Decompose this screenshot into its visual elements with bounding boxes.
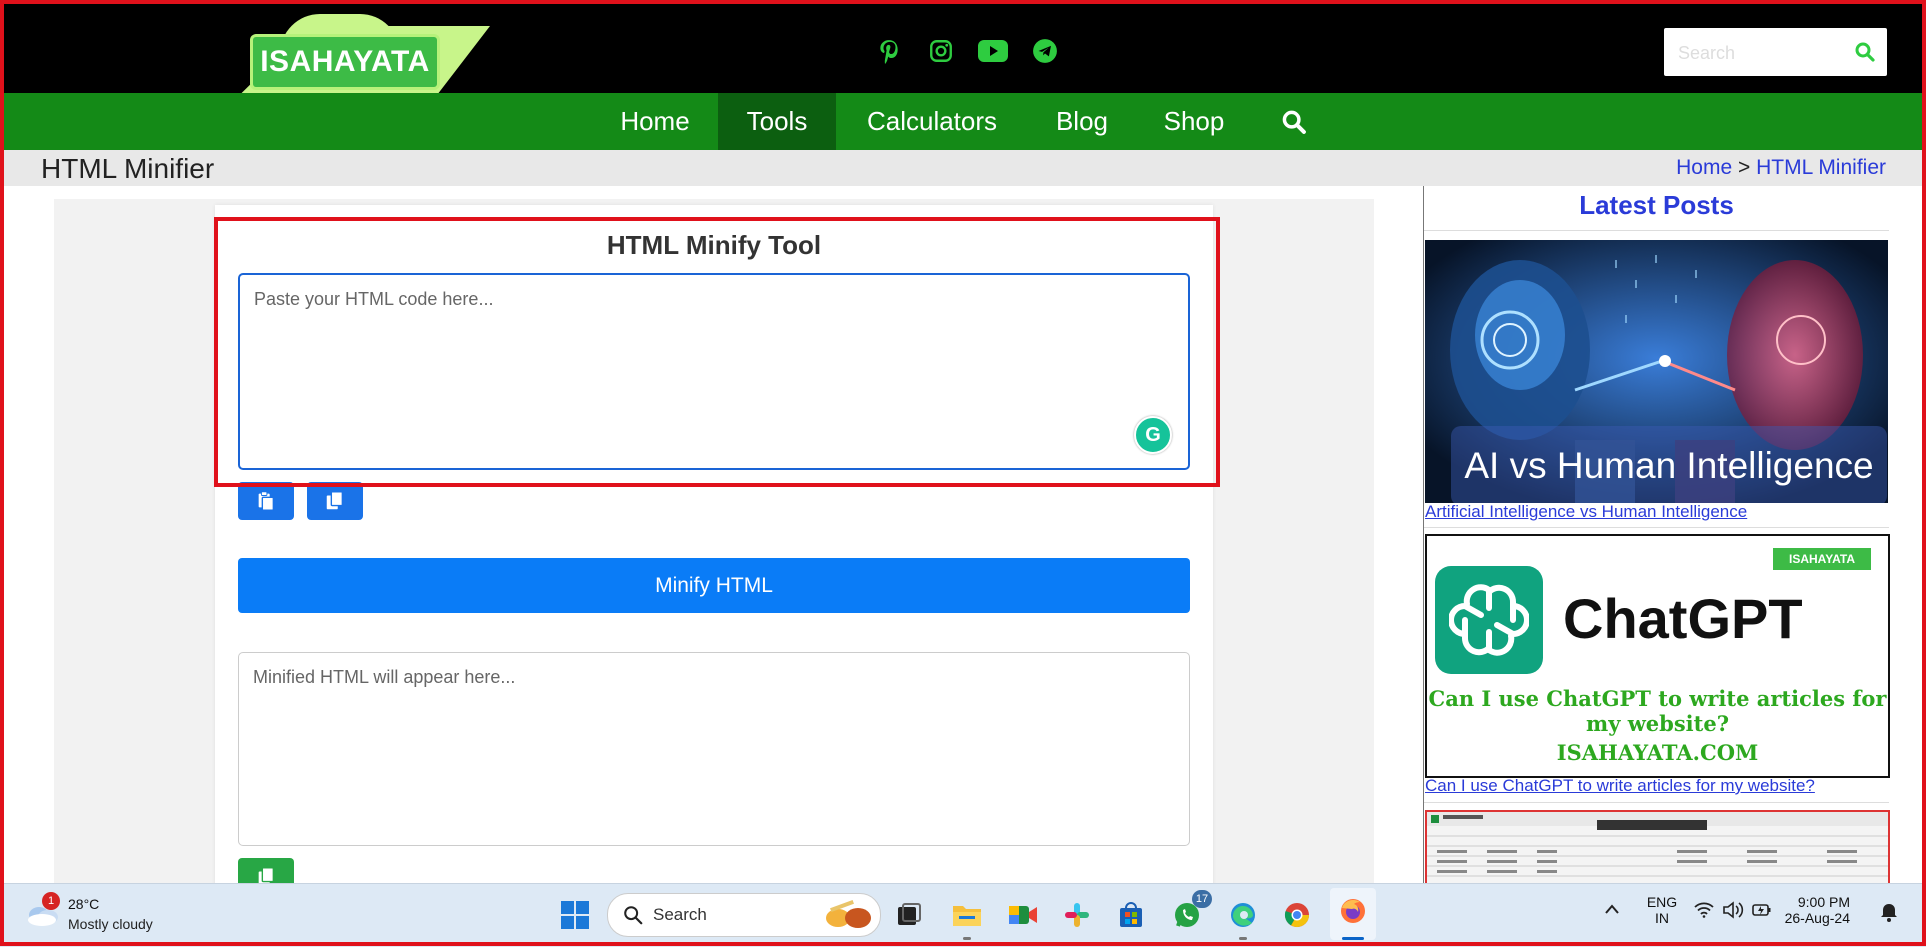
task-view-icon — [898, 903, 921, 925]
main-nav: Home Tools Calculators Blog Shop — [0, 93, 1926, 150]
language-line1: ENG — [1646, 894, 1678, 910]
edge-icon — [1231, 903, 1255, 927]
volume-icon[interactable] — [1722, 901, 1744, 922]
clock-date: 26-Aug-24 — [1784, 910, 1850, 926]
system-clock[interactable]: 9:00 PM 26-Aug-24 — [1770, 894, 1850, 926]
site-logo[interactable]: ISAHAYATA — [200, 12, 490, 94]
sidebar: Latest Posts AI vs Human Intelligence Ar… — [1423, 186, 1890, 890]
post-thumbnail-chatgpt[interactable]: ISAHAYATA ChatGPT Can I use ChatGPT to w… — [1425, 534, 1890, 778]
clock-time: 9:00 PM — [1797, 894, 1850, 910]
minify-html-button[interactable]: Minify HTML — [238, 558, 1190, 613]
firefox-app[interactable] — [1330, 888, 1376, 940]
nav-shop[interactable]: Shop — [1154, 93, 1234, 150]
search-highlight-icon — [826, 900, 871, 928]
meet-icon — [1009, 906, 1037, 924]
post-thumbnail-ai-vs-human[interactable]: AI vs Human Intelligence — [1425, 240, 1888, 503]
breadcrumb-current[interactable]: HTML Minifier — [1756, 156, 1886, 179]
wifi-icon[interactable] — [1694, 902, 1714, 921]
copy-input-button[interactable] — [307, 482, 363, 520]
nav-calculators[interactable]: Calculators — [852, 93, 1012, 150]
spreadsheet-image — [1427, 812, 1888, 877]
post-link-chatgpt[interactable]: Can I use ChatGPT to write articles for … — [1425, 776, 1815, 796]
title-bar: HTML Minifier Home > HTML Minifier — [0, 150, 1926, 186]
slack-app[interactable] — [1058, 896, 1096, 934]
instagram-icon[interactable] — [924, 34, 958, 68]
header-search — [1664, 28, 1887, 78]
html-input-textarea[interactable] — [238, 273, 1190, 470]
store-app[interactable] — [1112, 896, 1150, 934]
search-icon — [624, 906, 643, 925]
post-image-title: ChatGPT — [1563, 587, 1803, 650]
post-image-site: ISAHAYATA.COM — [1556, 740, 1759, 765]
nav-home[interactable]: Home — [610, 93, 700, 150]
folder-icon — [953, 906, 981, 926]
chrome-app[interactable] — [1278, 896, 1316, 934]
site-header: ISAHAYATA — [0, 0, 1926, 94]
paste-icon — [258, 491, 275, 511]
latest-posts-title: Latest Posts — [1579, 190, 1734, 220]
search-input[interactable] — [1664, 28, 1860, 78]
whatsapp-badge: 17 — [1192, 890, 1212, 908]
chrome-icon — [1284, 903, 1309, 928]
windows-taskbar: 1 28°C Mostly cloudy Search 17 ENG IN 9:… — [0, 883, 1926, 947]
breadcrumb-separator: > — [1737, 156, 1751, 179]
weather-temp: 28°C — [68, 896, 100, 912]
openai-logo-icon — [1435, 566, 1543, 674]
store-icon — [1120, 902, 1142, 927]
grammarly-icon[interactable]: G — [1134, 416, 1172, 454]
nav-tools[interactable]: Tools — [718, 93, 836, 150]
post-link-ai-vs-human[interactable]: Artificial Intelligence vs Human Intelli… — [1425, 502, 1747, 522]
battery-icon[interactable] — [1752, 902, 1772, 921]
weather-badge: 1 — [42, 892, 60, 910]
language-indicator[interactable]: ENG IN — [1642, 894, 1682, 926]
paste-button[interactable] — [238, 482, 294, 520]
start-button[interactable] — [556, 896, 594, 934]
file-explorer-app[interactable] — [948, 896, 986, 940]
weather-desc: Mostly cloudy — [68, 916, 153, 932]
whatsapp-app[interactable]: 17 — [1168, 890, 1212, 934]
pinterest-icon[interactable] — [872, 34, 906, 68]
breadcrumb-home[interactable]: Home — [1676, 156, 1732, 179]
breadcrumb: Home > HTML Minifier — [1676, 156, 1886, 180]
post-image-question: Can I use ChatGPT to write articles for … — [1428, 686, 1887, 736]
show-hidden-icons-chevron-icon[interactable] — [1604, 902, 1620, 918]
firefox-icon — [1341, 899, 1365, 923]
tool-title: HTML Minify Tool — [606, 230, 822, 260]
social-links — [872, 34, 1062, 68]
nav-search-icon[interactable] — [1274, 93, 1314, 150]
html-output-textarea[interactable] — [238, 652, 1190, 846]
zoom-app[interactable] — [1004, 896, 1042, 934]
post-image-caption: AI vs Human Intelligence — [1451, 426, 1887, 503]
page-title: HTML Minifier — [41, 153, 215, 184]
logo-text: ISAHAYATA — [250, 34, 440, 90]
taskbar-search-label: Search — [653, 905, 707, 924]
search-icon[interactable] — [1853, 40, 1877, 69]
copy-icon — [326, 491, 344, 510]
language-line2: IN — [1655, 910, 1669, 926]
task-view-button[interactable] — [890, 896, 928, 934]
taskbar-search[interactable]: Search — [607, 893, 881, 937]
windows-icon — [561, 901, 589, 929]
nav-blog[interactable]: Blog — [1044, 93, 1120, 150]
edge-app[interactable] — [1224, 896, 1262, 940]
telegram-icon[interactable] — [1028, 34, 1062, 68]
slack-icon — [1065, 903, 1089, 927]
post-image-badge: ISAHAYATA — [1773, 548, 1871, 570]
post-thumbnail-spreadsheet[interactable] — [1425, 810, 1890, 890]
youtube-icon[interactable] — [976, 34, 1010, 68]
notification-bell-icon[interactable] — [1880, 902, 1898, 925]
